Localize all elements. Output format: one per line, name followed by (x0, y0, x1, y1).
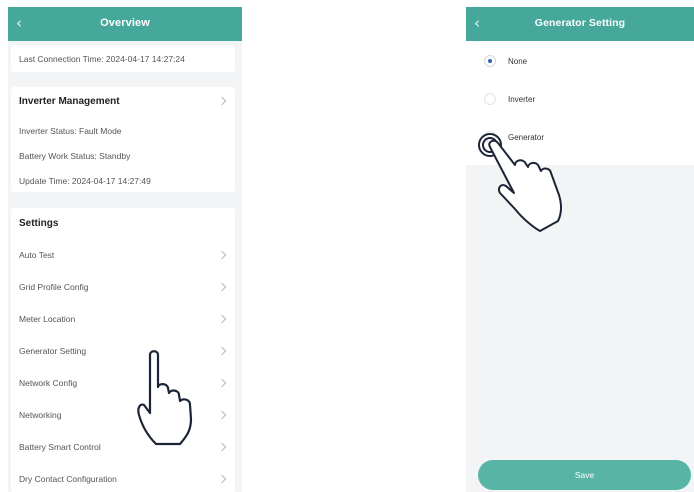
option-inverter[interactable]: Inverter (466, 83, 694, 113)
settings-item-label: Dry Contact Configuration (19, 474, 117, 484)
settings-title: Settings (19, 218, 59, 229)
settings-item-label: Network Config (19, 378, 78, 388)
page-title: Overview (100, 17, 150, 29)
inverter-management-title: Inverter Management (19, 96, 120, 107)
settings-item-meter-location[interactable]: Meter Location (11, 304, 235, 334)
settings-item-label: Auto Test (19, 250, 55, 260)
settings-item-label: Networking (19, 410, 62, 420)
inverter-status: Inverter Status: Fault Mode (19, 126, 122, 136)
option-label: None (508, 57, 528, 66)
tap-hand-icon (478, 133, 563, 232)
chevron-right-icon (217, 314, 227, 324)
generator-setting-header: ‹ Generator Setting (466, 7, 694, 41)
battery-work-status: Battery Work Status: Standby (19, 151, 131, 161)
option-none[interactable]: None (466, 45, 694, 75)
tap-hand-icon (137, 350, 193, 446)
option-label: Inverter (508, 95, 536, 104)
chevron-right-icon (217, 474, 227, 484)
chevron-right-icon (217, 442, 227, 452)
update-time: Update Time: 2024-04-17 14:27:49 (19, 176, 151, 186)
save-button[interactable]: Save (478, 460, 691, 490)
chevron-right-icon (217, 378, 227, 388)
chevron-right-icon (217, 282, 227, 292)
settings-item-label: Generator Setting (19, 346, 87, 356)
connection-card: Last Connection Time: 2024-04-17 14:27:2… (11, 45, 235, 72)
inverter-management-header[interactable]: Inverter Management (11, 87, 235, 115)
inverter-management-card: Inverter Management Inverter Status: Fau… (11, 87, 235, 192)
chevron-right-icon (217, 96, 227, 106)
radio-selected-icon[interactable] (484, 55, 496, 67)
overview-screen: ‹ Overview Last Connection Time: 2024-04… (8, 7, 242, 492)
settings-item-label: Grid Profile Config (19, 282, 89, 292)
last-connection-time: Last Connection Time: 2024-04-17 14:27:2… (19, 54, 185, 64)
radio-icon[interactable] (484, 93, 496, 105)
page-title: Generator Setting (534, 17, 626, 29)
settings-item-dry-contact-configuration[interactable]: Dry Contact Configuration (11, 464, 235, 492)
settings-item-label: Battery Smart Control (19, 442, 101, 452)
chevron-right-icon (217, 250, 227, 260)
generator-setting-screen: ‹ Generator Setting None Inverter Genera… (466, 7, 694, 492)
settings-item-auto-test[interactable]: Auto Test (11, 240, 235, 270)
settings-item-label: Meter Location (19, 314, 76, 324)
chevron-right-icon (217, 410, 227, 420)
overview-header: ‹ Overview (8, 7, 242, 41)
settings-item-grid-profile-config[interactable]: Grid Profile Config (11, 272, 235, 302)
chevron-right-icon (217, 346, 227, 356)
